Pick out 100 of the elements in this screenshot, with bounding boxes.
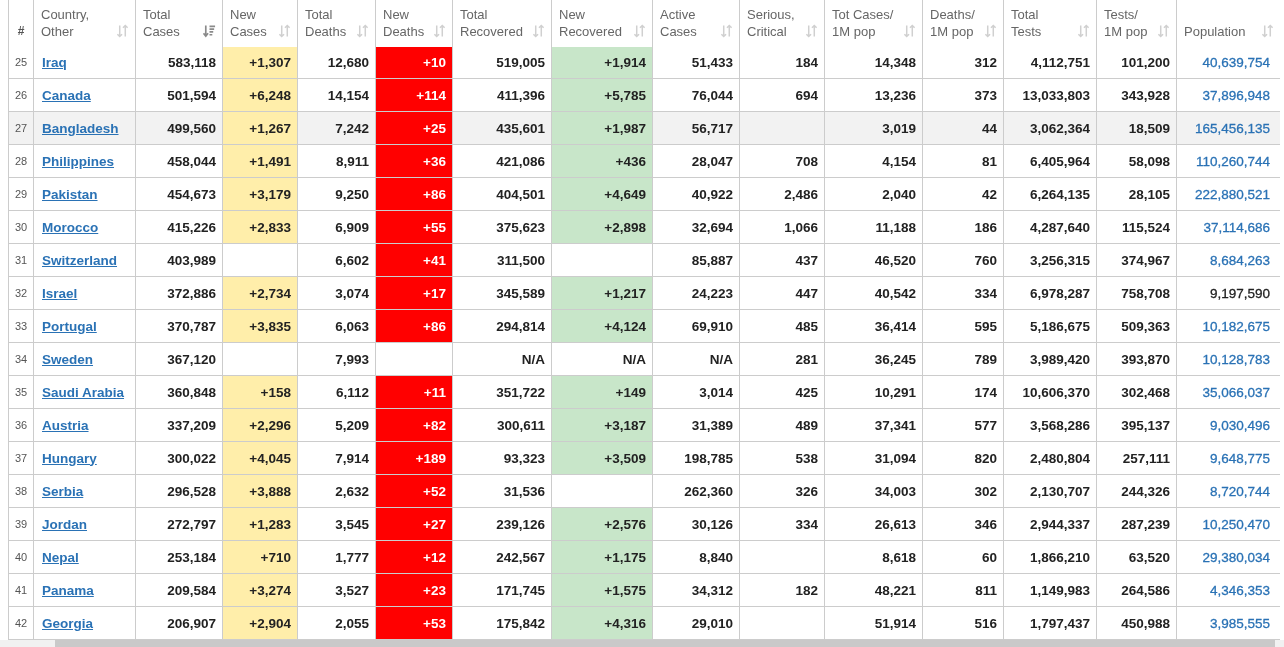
sort-icon[interactable] (805, 24, 818, 38)
table-cell: +27 (375, 507, 453, 541)
table-cell: +1,491 (222, 144, 298, 178)
table-row[interactable]: 30 Morocco 415,226 +2,833 6,909 +55 375,623 +2,898 32,694 1,066 11,188 186 4,287,640 115,524 37,114,686 (8, 210, 1280, 244)
table-row[interactable]: 38 Serbia 296,528 +3,888 2,632 +52 31,536 262,360 326 34,003 302 2,130,707 244,326 8,720,744 (8, 474, 1280, 508)
table-cell: 454,673 (135, 177, 223, 211)
rank-cell: 34 (8, 342, 34, 376)
country-link[interactable]: Nepal (42, 549, 79, 565)
sort-icon[interactable] (433, 24, 446, 38)
cell-text: 9,197,590 (1209, 285, 1270, 301)
table-cell: 272,797 (135, 507, 223, 541)
table-cell: +2,904 (222, 606, 298, 640)
table-cell: 404,501 (452, 177, 552, 211)
table-cell: 3,019 (824, 111, 923, 145)
table-cell: 6,112 (297, 375, 376, 409)
table-cell: 820 (922, 441, 1004, 475)
sort-icon[interactable] (1157, 24, 1170, 38)
table-cell: +53 (375, 606, 453, 640)
table-cell: 345,589 (452, 276, 552, 310)
table-cell: 171,745 (452, 573, 552, 607)
sort-icon[interactable] (1077, 24, 1090, 38)
country-link[interactable]: Iraq (42, 54, 67, 70)
table-cell: 198,785 (652, 441, 740, 475)
table-cell: +36 (375, 144, 453, 178)
table-cell: +4,316 (551, 606, 653, 640)
rank-cell: 38 (8, 474, 34, 508)
table-row[interactable]: 37 Hungary 300,022 +4,045 7,914 +189 93,323 +3,509 198,785 538 31,094 820 2,480,804 257,111 9,648,775 (8, 441, 1280, 475)
country-link[interactable]: Israel (42, 285, 78, 301)
table-cell: 81 (922, 144, 1004, 178)
table-cell: 374,967 (1096, 243, 1177, 277)
column-header[interactable]: # (17, 23, 25, 40)
table-cell: 6,063 (297, 309, 376, 343)
table-row[interactable]: 25 Iraq 583,118 +1,307 12,680 +10 519,005 +1,914 51,433 184 14,348 312 4,112,751 101,200 40,639,754 (8, 45, 1280, 79)
table-cell: 302 (922, 474, 1004, 508)
table-cell: 29,010 (652, 606, 740, 640)
table-cell: 10,291 (824, 375, 923, 409)
sort-icon[interactable] (356, 24, 369, 38)
table-cell: 2,632 (297, 474, 376, 508)
table-cell: 28,105 (1096, 177, 1177, 211)
table-cell: 8,840 (652, 540, 740, 574)
table-row[interactable]: 39 Jordan 272,797 +1,283 3,545 +27 239,126 +2,576 30,126 334 26,613 346 2,944,337 287,239 10,250,470 (8, 507, 1280, 541)
sort-icon[interactable] (903, 24, 916, 38)
table-cell: 370,787 (135, 309, 223, 343)
table-cell: 26,613 (824, 507, 923, 541)
table-cell: N/A (652, 342, 740, 376)
rank-cell: 26 (8, 78, 34, 112)
table-cell: 3,014 (652, 375, 740, 409)
table-cell: 1,777 (297, 540, 376, 574)
table-row[interactable]: 29 Pakistan 454,673 +3,179 9,250 +86 404,501 +4,649 40,922 2,486 2,040 42 6,264,135 28,105 222,880,521 (8, 177, 1280, 211)
table-row[interactable]: 36 Austria 337,209 +2,296 5,209 +82 300,611 +3,187 31,389 489 37,341 577 3,568,286 395,137 9,030,496 (8, 408, 1280, 442)
table-cell: 351,722 (452, 375, 552, 409)
table-row[interactable]: 32 Israel 372,886 +2,734 3,074 +17 345,589 +1,217 24,223 447 40,542 334 6,978,287 758,708 9,197,590 (8, 276, 1280, 310)
table-cell: 174 (922, 375, 1004, 409)
table-cell: 447 (739, 276, 825, 310)
table-row[interactable]: 26 Canada 501,594 +6,248 14,154 +114 411,396 +5,785 76,044 694 13,236 373 13,033,803 343,928 37,896,948 (8, 78, 1280, 112)
table-cell: 253,184 (135, 540, 223, 574)
sort-icon[interactable] (633, 24, 646, 38)
table-row[interactable]: 34 Sweden 367,120 7,993 N/A N/A N/A 281 36,245 789 3,989,420 393,870 10,128,783 (8, 342, 1280, 376)
table-row[interactable]: 42 Georgia 206,907 +2,904 2,055 +53 175,842 +4,316 29,010 51,914 516 1,797,437 450,988 3,985,555 (8, 606, 1280, 640)
table-cell: 85,887 (652, 243, 740, 277)
sort-icon[interactable] (203, 24, 216, 38)
table-cell: 1,797,437 (1003, 606, 1097, 640)
table-cell: 60 (922, 540, 1004, 574)
rank-cell: 31 (8, 243, 34, 277)
sort-icon[interactable] (1261, 24, 1274, 38)
table-cell: 425 (739, 375, 825, 409)
sort-icon[interactable] (720, 24, 733, 38)
table-cell: 5,186,675 (1003, 309, 1097, 343)
table-cell: 583,118 (135, 45, 223, 79)
table-cell: 708 (739, 144, 825, 178)
table-row[interactable]: 35 Saudi Arabia 360,848 +158 6,112 +11 351,722 +149 3,014 425 10,291 174 10,606,370 302,468 35,066,037 (8, 375, 1280, 409)
table-cell: 209,584 (135, 573, 223, 607)
table-cell: 367,120 (135, 342, 223, 376)
table-row[interactable]: 41 Panama 209,584 +3,274 3,527 +23 171,745 +1,575 34,312 182 48,221 811 1,149,983 264,586 4,346,353 (8, 573, 1280, 607)
table-cell: 501,594 (135, 78, 223, 112)
table-cell: 499,560 (135, 111, 223, 145)
table-cell: 450,988 (1096, 606, 1177, 640)
table-cell: 3,568,286 (1003, 408, 1097, 442)
table-cell: +2,296 (222, 408, 298, 442)
table-cell: 12,680 (297, 45, 376, 79)
table-row[interactable]: 31 Switzerland 403,989 6,602 +41 311,500 85,887 437 46,520 760 3,256,315 374,967 8,684,263 (8, 243, 1280, 277)
table-row[interactable]: 33 Portugal 370,787 +3,835 6,063 +86 294,814 +4,124 69,910 485 36,414 595 5,186,675 509,363 10,182,675 (8, 309, 1280, 343)
sort-icon[interactable] (116, 24, 129, 38)
table-cell: 694 (739, 78, 825, 112)
sort-icon[interactable] (278, 24, 291, 38)
table-cell: 34,003 (824, 474, 923, 508)
table-row[interactable]: 40 Nepal 253,184 +710 1,777 +12 242,567 +1,175 8,840 8,618 60 1,866,210 63,520 29,380,034 (8, 540, 1280, 574)
table-cell: 31,536 (452, 474, 552, 508)
table-row[interactable]: 27 Bangladesh 499,560 +1,267 7,242 +25 435,601 +1,987 56,717 3,019 44 3,062,364 18,509 165,456,135 (8, 111, 1280, 145)
horizontal-scrollbar[interactable] (0, 640, 1284, 647)
sort-icon[interactable] (984, 24, 997, 38)
table-cell: 4,154 (824, 144, 923, 178)
table-cell: +1,283 (222, 507, 298, 541)
table-cell: 300,611 (452, 408, 552, 442)
country-link[interactable]: Serbia (42, 483, 84, 499)
table-row[interactable]: 28 Philippines 458,044 +1,491 8,911 +36 421,086 +436 28,047 708 4,154 81 6,405,964 58,098 110,260,744 (8, 144, 1280, 178)
table-cell: 32,694 (652, 210, 740, 244)
sort-icon[interactable] (532, 24, 545, 38)
table-cell: 175,842 (452, 606, 552, 640)
table-cell: 294,814 (452, 309, 552, 343)
